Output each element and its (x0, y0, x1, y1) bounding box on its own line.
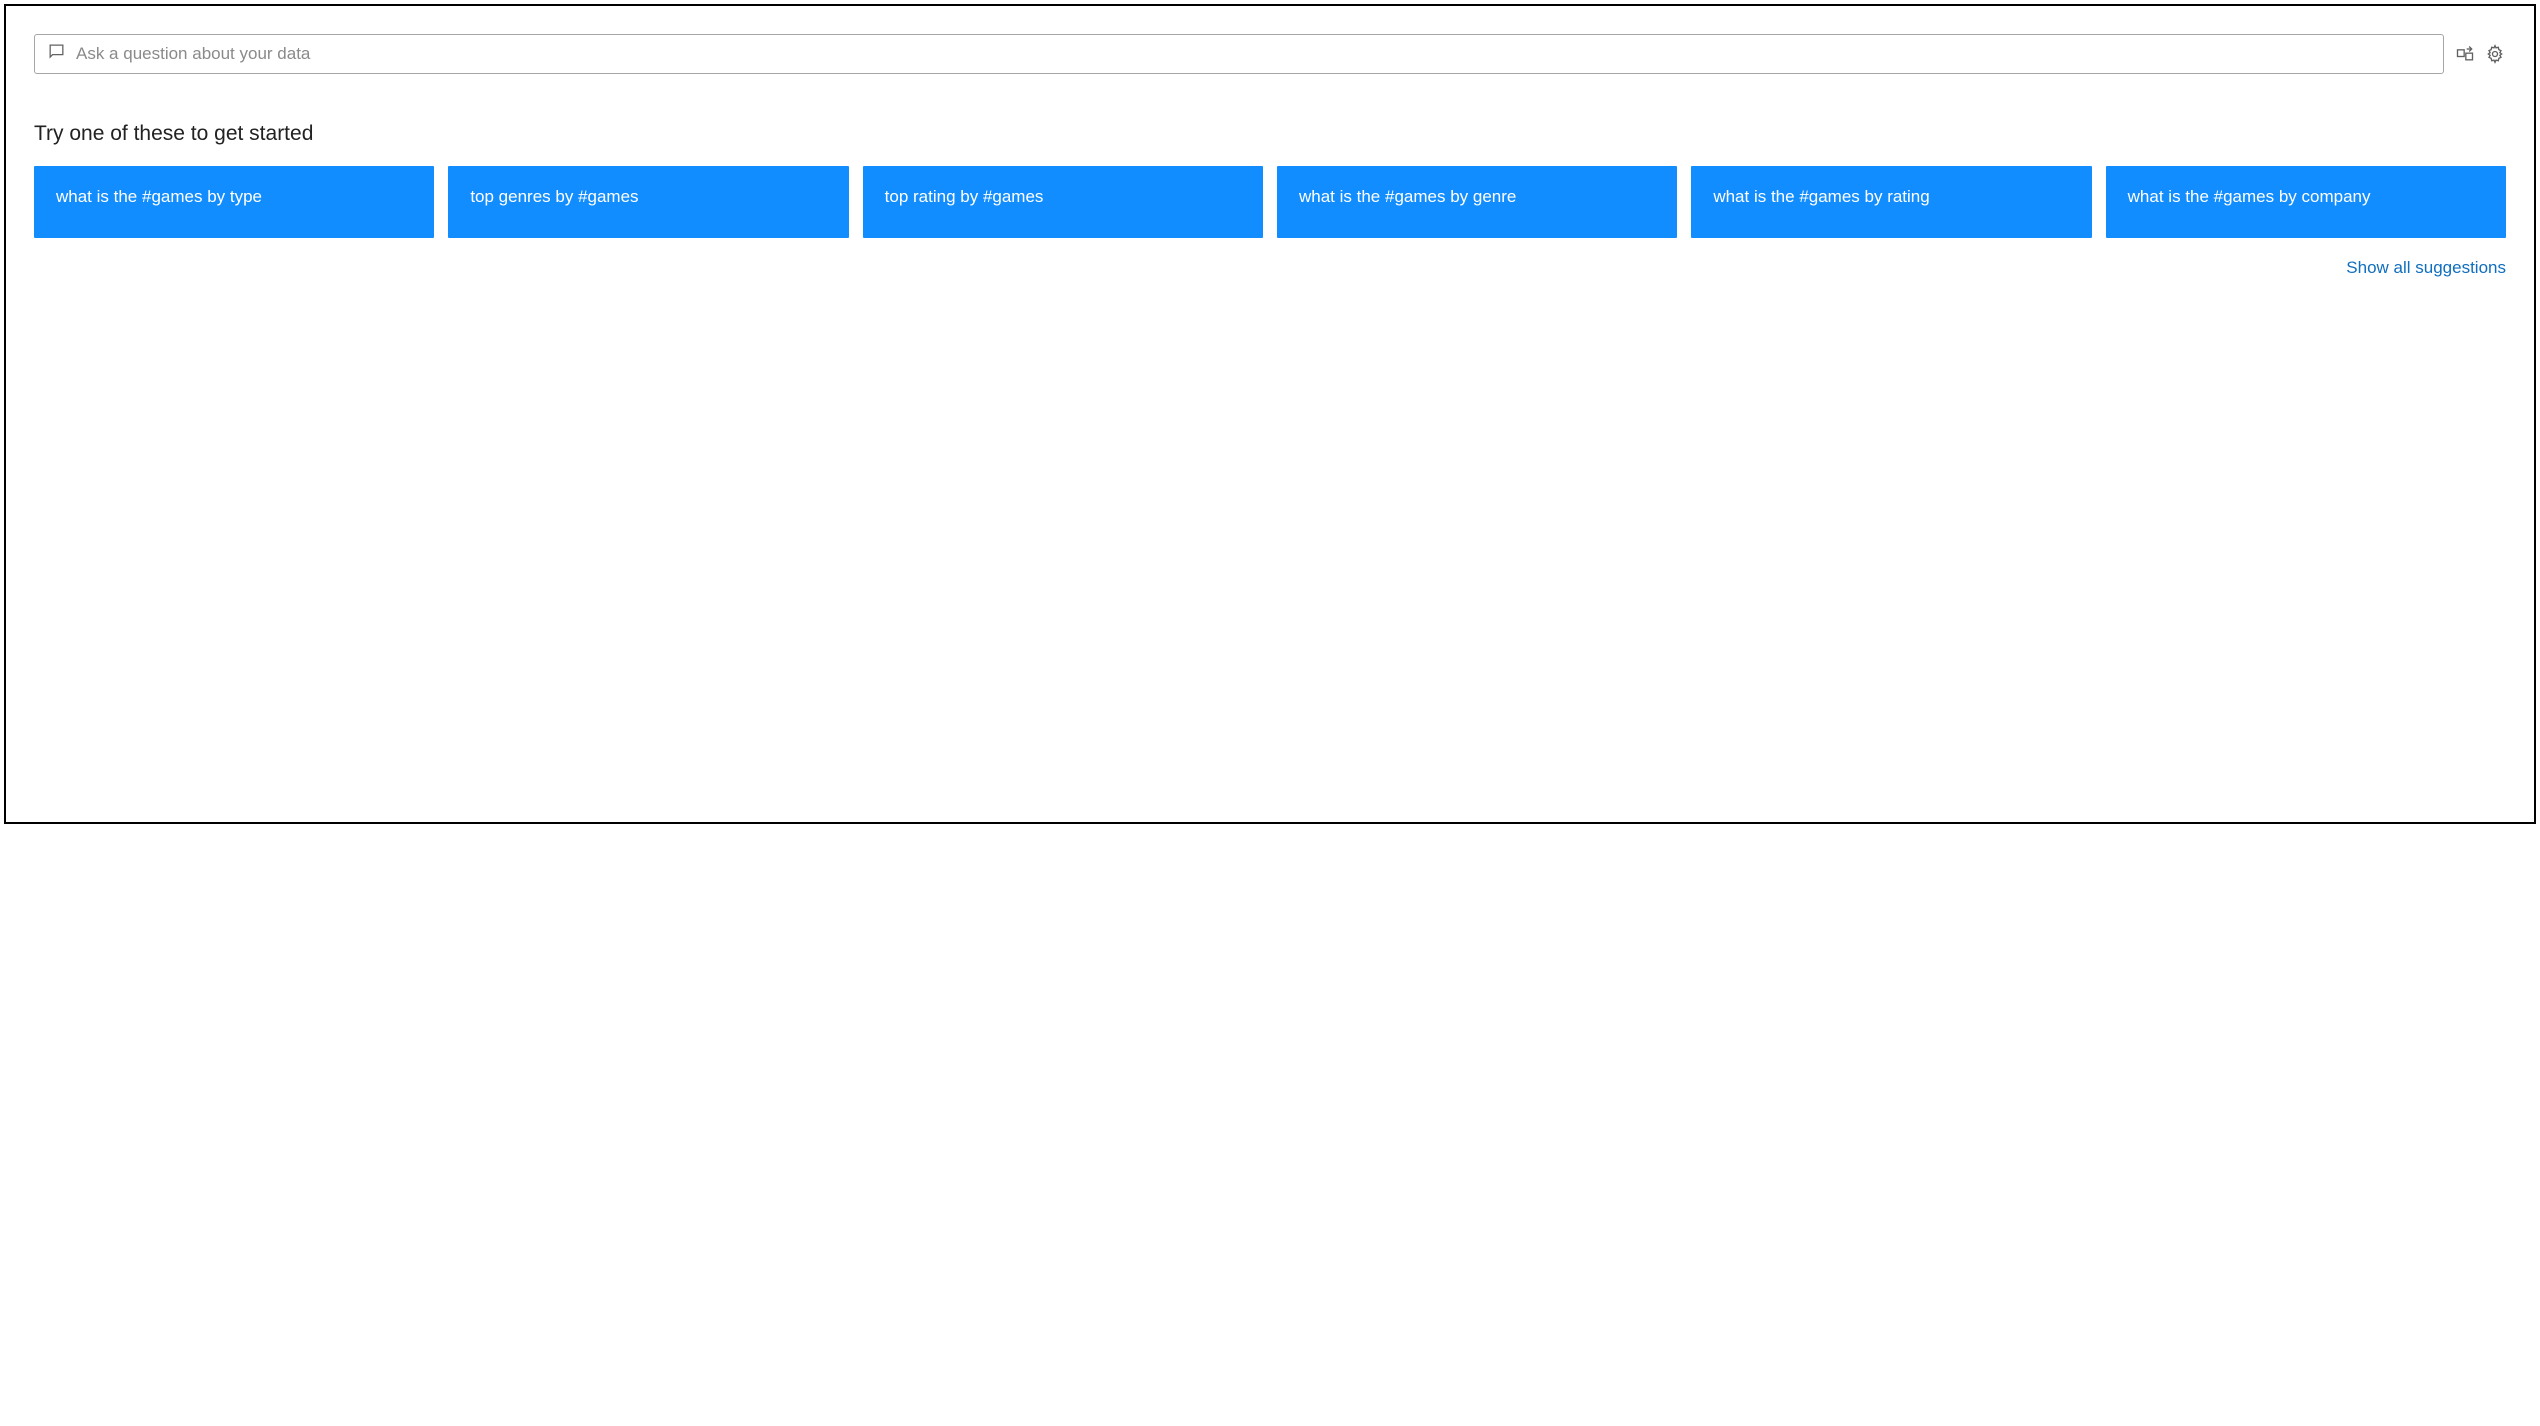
suggestion-card[interactable]: what is the #games by type (34, 166, 434, 238)
convert-visual-icon[interactable] (2454, 43, 2476, 65)
suggestion-card-label: what is the #games by genre (1299, 186, 1516, 209)
top-row (34, 34, 2506, 74)
question-input[interactable] (76, 44, 2431, 64)
show-all-suggestions-link[interactable]: Show all suggestions (2346, 258, 2506, 277)
suggestion-card-label: what is the #games by type (56, 186, 262, 209)
suggestion-card-label: top genres by #games (470, 186, 638, 209)
show-all-row: Show all suggestions (34, 258, 2506, 278)
suggestion-card[interactable]: top rating by #games (863, 166, 1263, 238)
suggestion-card-label: what is the #games by company (2128, 186, 2371, 209)
suggestion-card-label: top rating by #games (885, 186, 1044, 209)
suggestion-card-label: what is the #games by rating (1713, 186, 1929, 209)
suggestion-cards: what is the #games by type top genres by… (34, 166, 2506, 238)
suggestions-heading: Try one of these to get started (34, 122, 2506, 146)
qna-panel: Try one of these to get started what is … (4, 4, 2536, 824)
toolbar-icons (2454, 43, 2506, 65)
suggestion-card[interactable]: what is the #games by company (2106, 166, 2506, 238)
suggestion-card[interactable]: top genres by #games (448, 166, 848, 238)
chat-icon (47, 42, 66, 66)
suggestion-card[interactable]: what is the #games by genre (1277, 166, 1677, 238)
question-box[interactable] (34, 34, 2444, 74)
suggestion-card[interactable]: what is the #games by rating (1691, 166, 2091, 238)
gear-icon[interactable] (2484, 43, 2506, 65)
